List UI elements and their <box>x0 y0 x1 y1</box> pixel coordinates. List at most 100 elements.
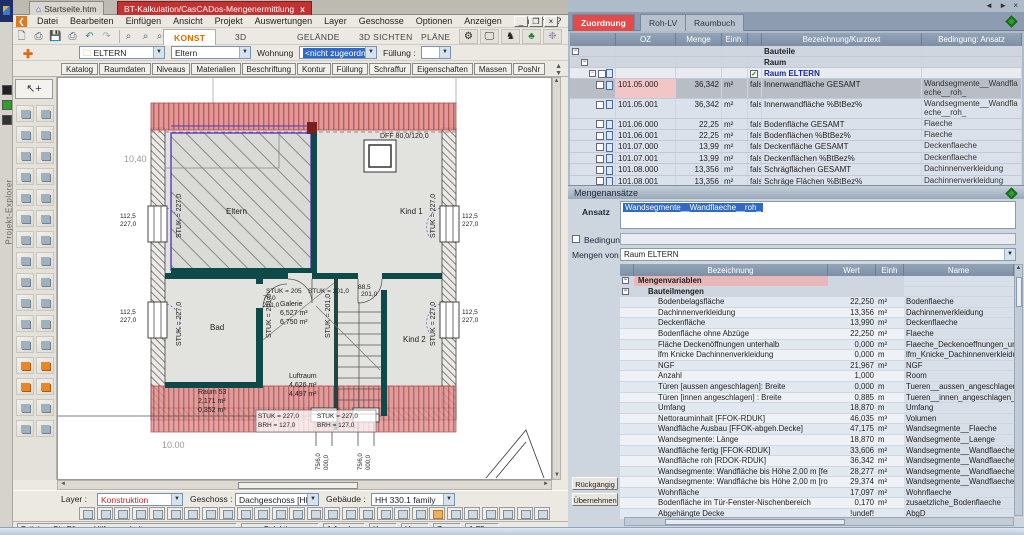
variable-row[interactable]: Deckenfläche13,990m²Deckenflaeche <box>620 318 1014 329</box>
select-cursor-button[interactable]: ↖+ <box>15 79 53 99</box>
mengen-von-combo[interactable]: Raum ELTERN▼ <box>620 248 1016 261</box>
cad-tool-icon[interactable] <box>16 147 34 164</box>
view-tab-pläne[interactable]: PLÄNE <box>411 29 460 45</box>
cad-tool-icon[interactable] <box>36 105 54 122</box>
toolbar-icon[interactable] <box>237 507 253 520</box>
cad-tool-icon[interactable] <box>16 126 34 143</box>
variable-row[interactable]: Dachinnenverkleidung13,356m²Dachinnenver… <box>620 308 1014 319</box>
room-checkbox[interactable] <box>598 70 606 78</box>
bedingung-input[interactable] <box>620 233 1016 245</box>
toolbar-icon[interactable] <box>289 507 305 520</box>
toolbar-icon[interactable] <box>342 507 358 520</box>
toolbar-icon[interactable] <box>219 507 235 520</box>
cad-tool-icon[interactable] <box>36 210 54 227</box>
toolbar-icon[interactable] <box>149 507 165 520</box>
cad-tool-icon[interactable] <box>16 315 34 332</box>
toolbar-icon[interactable] <box>254 507 270 520</box>
menu-item-optionen[interactable]: Optionen <box>410 15 459 27</box>
variable-row[interactable]: Wandfläche roh [RDOK-RDUK]36,342m²Wandse… <box>620 456 1014 467</box>
cad-tool-icon[interactable] <box>36 294 54 311</box>
table-row[interactable]: 101.05.00036,342m²falseInnenwandfläche G… <box>570 79 1022 99</box>
table-row[interactable]: 101.06.00022,25m²falseBodenfläche GESAMT… <box>570 119 1022 130</box>
cad-tool-icon[interactable] <box>36 336 54 353</box>
ansatz-input[interactable]: Wandsegmente__Wandflaeche__roh_ <box>620 201 1016 229</box>
minimize-button[interactable]: _ <box>514 16 528 27</box>
cad-tool-icon[interactable] <box>36 399 54 416</box>
view-tab-gelände[interactable]: GELÄNDE <box>287 29 350 45</box>
tab-bt-kalkulation[interactable]: BT-Kalkulation/CasCADos-Mengenermittlung… <box>117 1 312 15</box>
toolbar-icon[interactable] <box>184 507 200 520</box>
toolbar-icon[interactable] <box>517 507 533 520</box>
context-button-eigenschaften[interactable]: Eigenschaften <box>412 63 473 75</box>
zoom-window-icon[interactable]: ⌕ <box>137 29 154 44</box>
variable-row[interactable]: Türen [aussen angeschlagen]: Breite0,000… <box>620 382 1014 393</box>
menu-item-ansicht[interactable]: Ansicht <box>167 15 209 27</box>
toolbar-icon[interactable] <box>377 507 393 520</box>
toolbar-icon[interactable] <box>167 507 183 520</box>
room-catalog-combo[interactable]: 🗀ELTERN▼ <box>79 46 165 59</box>
toolbar-icon[interactable] <box>412 507 428 520</box>
print-preview-icon[interactable]: ⎙ <box>64 29 81 44</box>
table-row[interactable]: −Bauteile <box>570 46 1022 57</box>
menu-item-auswertungen[interactable]: Auswertungen <box>249 15 319 27</box>
table-row[interactable]: 101.07.00013,99m²falseDeckenfläche GESAM… <box>570 141 1022 152</box>
view-tab-konst[interactable]: KONST <box>163 29 216 45</box>
toolbar-icon[interactable] <box>307 507 323 520</box>
row-checkbox[interactable] <box>596 120 604 128</box>
tab-zuordnung[interactable]: Zuordnung <box>572 14 635 31</box>
collapse-icon[interactable]: − <box>572 48 579 55</box>
context-button-beschriftung[interactable]: Beschriftung <box>242 63 296 75</box>
variable-row[interactable]: Anzahl1,000Room <box>620 371 1014 382</box>
variable-row[interactable]: NGF21,967m²NGF <box>620 361 1014 372</box>
doc-tool-icon[interactable] <box>2 85 12 95</box>
scroll-arrows-icon[interactable]: ▲▼ <box>555 63 562 77</box>
print-icon[interactable]: ⎙ <box>30 29 47 44</box>
redo-icon[interactable]: ↷ <box>98 29 115 44</box>
toolbar-icon[interactable] <box>272 507 288 520</box>
context-button-fllung[interactable]: Füllung <box>332 63 368 75</box>
fuellung-combo[interactable]: ▼ <box>421 46 451 59</box>
menu-item-datei[interactable]: Datei <box>31 15 64 27</box>
collapse-icon[interactable]: − <box>622 277 629 284</box>
variable-row[interactable]: Wandsegmente: Länge18,870mWandsegmente__… <box>620 435 1014 446</box>
render-icon[interactable]: ❉ <box>543 29 562 44</box>
cad-tool-icon[interactable] <box>36 315 54 332</box>
vegetation-icon[interactable]: ♣ <box>522 29 541 44</box>
toolbar-icon[interactable] <box>482 507 498 520</box>
cad-tool-icon[interactable] <box>36 168 54 185</box>
save-icon[interactable]: 💾 <box>47 29 64 44</box>
toolbar-icon[interactable] <box>394 507 410 520</box>
toolbar-icon[interactable] <box>202 507 218 520</box>
geschoss-combo[interactable]: Dachgeschoss [HH▼ <box>235 493 319 506</box>
cad-tool-icon[interactable] <box>16 252 34 269</box>
restore-button[interactable]: ❐ <box>529 16 543 27</box>
variable-row[interactable]: Türen [innen angeschlagen] : Breite0,885… <box>620 393 1014 404</box>
cad-tool-icon[interactable] <box>16 273 34 290</box>
menu-item-einfgen[interactable]: Einfügen <box>120 15 168 27</box>
variable-row[interactable]: Nettorauminhalt [FFOK-RDUK]46,035m³Volum… <box>620 414 1014 425</box>
table-row[interactable]: 101.05.00136,342m²falseInnenwandfläche %… <box>570 99 1022 119</box>
panel-pin-icon[interactable] <box>1005 15 1018 28</box>
tab-startseite[interactable]: ⌂Startseite.htm <box>29 1 104 15</box>
row-checkbox[interactable] <box>596 166 604 174</box>
variable-row[interactable]: Bodenfläche im Tür-Fenster-Nischenbereic… <box>620 498 1014 509</box>
cad-tool-icon[interactable] <box>36 378 54 395</box>
cad-tool-icon[interactable] <box>36 357 54 374</box>
toolbar-icon[interactable] <box>534 507 550 520</box>
table-row[interactable]: 101.07.00113,99m²falseDeckenflächen %BtB… <box>570 153 1022 164</box>
checked-checkbox[interactable]: ✓ <box>750 70 758 78</box>
tab-raumbuch[interactable]: Raumbuch <box>685 14 744 31</box>
toolbar-icon[interactable] <box>464 507 480 520</box>
table-row[interactable]: −Raum <box>570 57 1022 68</box>
toolbar-icon[interactable] <box>97 507 113 520</box>
cad-tool-icon[interactable] <box>16 420 34 437</box>
context-button-schraffur[interactable]: Schraffur <box>369 63 411 75</box>
cad-tool-icon[interactable] <box>16 231 34 248</box>
toolbar-icon[interactable] <box>79 507 95 520</box>
menu-item-layer[interactable]: Layer <box>318 15 353 27</box>
view-tab-3d[interactable]: 3D <box>225 29 256 45</box>
cad-tool-icon[interactable] <box>36 126 54 143</box>
row-checkbox[interactable] <box>596 132 604 140</box>
canvas-hscrollbar[interactable]: ◄► <box>57 480 552 490</box>
variable-row[interactable]: Bodenbelagsfläche22,250m²Bodenflaeche <box>620 297 1014 308</box>
